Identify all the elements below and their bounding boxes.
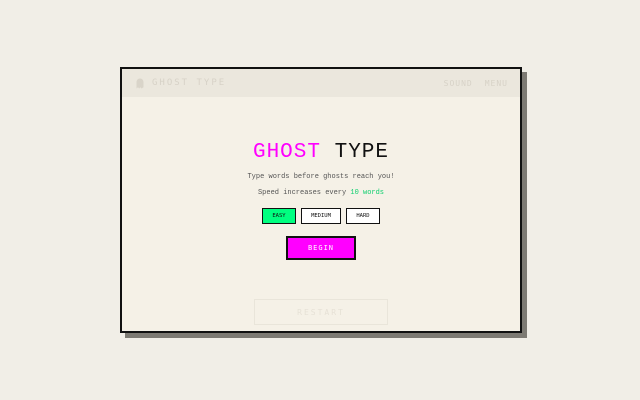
difficulty-hard-button[interactable]: HARD — [346, 208, 380, 224]
game-window: GHOST TYPE SOUND MENU GHOST TYPE Type wo… — [120, 67, 522, 333]
title-ghost: GHOST — [252, 141, 321, 164]
instructions: Type words before ghosts reach you! — [247, 173, 395, 181]
speed-note: Speed increases every 10 words — [122, 189, 520, 197]
speed-note-highlight: 10 words — [350, 189, 385, 197]
difficulty-selector: EASY MEDIUM HARD — [122, 208, 520, 224]
difficulty-easy-button[interactable]: EASY — [262, 208, 296, 224]
game-title: GHOST TYPE — [122, 141, 520, 165]
difficulty-medium-button[interactable]: MEDIUM — [301, 208, 341, 224]
begin-button[interactable]: BEGIN — [286, 236, 356, 260]
faded-restart-button: RESTART — [254, 299, 388, 325]
title-type: TYPE — [334, 141, 390, 164]
speed-note-prefix: Speed increases every — [257, 189, 351, 197]
start-screen: GHOST TYPE Type words before ghosts reac… — [122, 69, 520, 331]
